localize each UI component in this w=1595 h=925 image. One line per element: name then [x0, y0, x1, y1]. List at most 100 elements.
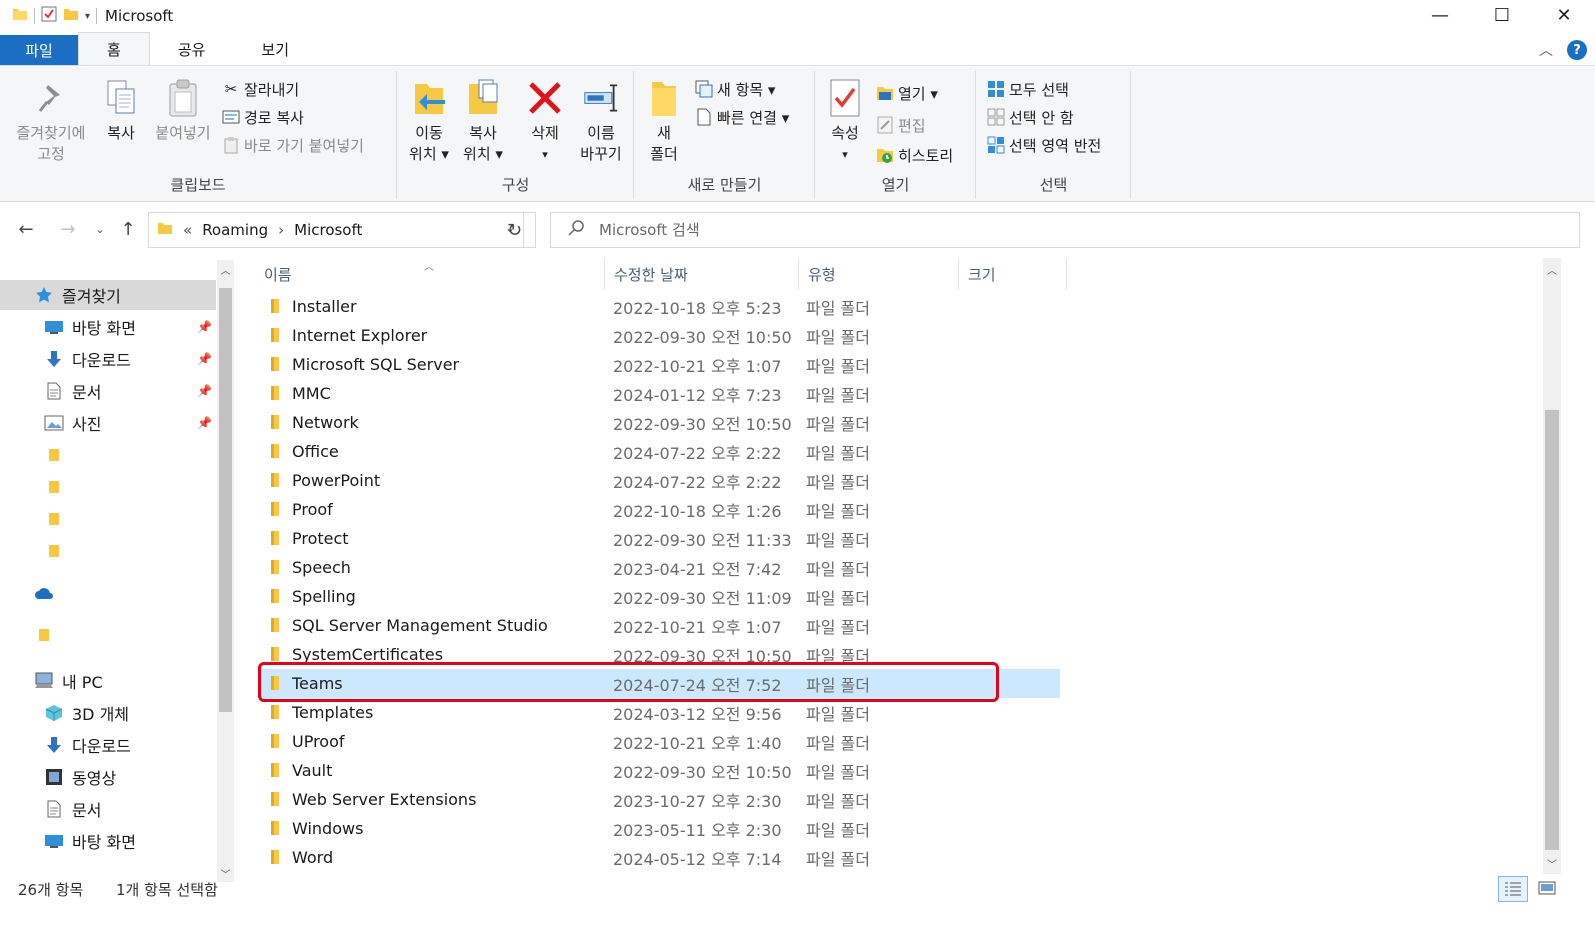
open-group: 속성 ▾ 열기 ▾ 편집 히스토리 열기	[816, 71, 976, 199]
nav-3d-objects[interactable]: 3D 개체	[0, 698, 216, 728]
search-input[interactable]	[599, 221, 1499, 239]
delete-button[interactable]: 삭제 ▾	[520, 77, 570, 165]
nav-pinned-folder[interactable]	[0, 440, 216, 470]
table-row[interactable]: SQL Server Management Studio 2022-10-21 오…	[258, 611, 1060, 640]
search-box[interactable]	[550, 212, 1580, 248]
new-item-button[interactable]: 새 항목 ▾	[695, 77, 775, 101]
file-list-scrollbar[interactable]: ︿ ﹀	[1543, 258, 1561, 874]
cut-button[interactable]: ✂ 잘라내기	[222, 77, 300, 101]
table-row[interactable]: Windows 2023-05-11 오후 2:30 파일 폴더	[258, 814, 1060, 843]
details-view-icon[interactable]	[1498, 876, 1528, 902]
properties-checkbox-icon[interactable]	[41, 6, 57, 26]
close-button[interactable]: ✕	[1533, 0, 1595, 30]
table-row[interactable]: Microsoft SQL Server 2022-10-21 오후 1:07 파일…	[258, 350, 1060, 379]
pin-to-quick-access-button[interactable]: 즐겨찾기에 고정	[8, 77, 94, 165]
help-icon[interactable]: ?	[1567, 40, 1587, 60]
maximize-button[interactable]: ☐	[1471, 0, 1533, 30]
nav-pinned-folder[interactable]	[0, 504, 216, 534]
nav-documents[interactable]: 문서 📌	[0, 376, 216, 406]
nav-pinned-folder[interactable]	[0, 536, 216, 566]
scroll-down-icon[interactable]: ﹀	[1543, 854, 1561, 872]
copy-button[interactable]: 복사	[98, 77, 144, 144]
copy-path-button[interactable]: 경로 복사	[222, 105, 304, 129]
nav-pinned-folder[interactable]	[0, 472, 216, 502]
nav-pc-downloads[interactable]: 다운로드	[0, 730, 216, 760]
paste-shortcut-button[interactable]: 바로 가기 붙여넣기	[222, 133, 364, 157]
nav-user-folder[interactable]	[0, 620, 216, 650]
scrollbar-thumb[interactable]	[219, 288, 232, 712]
nav-downloads[interactable]: 다운로드 📌	[0, 344, 216, 374]
tab-file[interactable]: 파일	[0, 35, 78, 65]
nav-quick-access[interactable]: 즐겨찾기	[0, 280, 216, 310]
table-row[interactable]: Proof 2022-10-18 오후 1:26 파일 폴더	[258, 495, 1060, 524]
scroll-up-icon[interactable]: ︿	[1543, 260, 1561, 278]
file-name: PowerPoint	[292, 471, 381, 490]
back-arrow-icon[interactable]: ←	[14, 216, 38, 242]
column-divider[interactable]	[798, 258, 799, 290]
table-row[interactable]: Protect 2022-09-30 오전 11:33 파일 폴더	[258, 524, 1060, 553]
nav-this-pc[interactable]: 내 PC	[0, 666, 216, 696]
file-date-modified: 2023-10-27 오후 2:30	[613, 791, 782, 811]
up-arrow-icon[interactable]: ↑	[116, 216, 140, 242]
column-divider[interactable]	[958, 258, 959, 290]
nav-pictures[interactable]: 사진 📌	[0, 408, 216, 438]
copy-to-button[interactable]: 복사 위치 ▾	[458, 77, 508, 165]
customize-dropdown-icon[interactable]: ▾	[85, 11, 90, 22]
forward-arrow-icon[interactable]: →	[56, 216, 80, 242]
table-row[interactable]: Speech 2023-04-21 오전 7:42 파일 폴더	[258, 553, 1060, 582]
table-row[interactable]: Vault 2022-09-30 오전 10:50 파일 폴더	[258, 756, 1060, 785]
tab-view[interactable]: 보기	[233, 33, 317, 65]
open-button[interactable]: 열기 ▾	[876, 81, 938, 105]
column-date-modified[interactable]: 수정한 날짜	[614, 264, 794, 290]
file-date-modified: 2022-09-30 오전 11:33	[613, 530, 792, 550]
table-row[interactable]: Installer 2022-10-18 오후 5:23 파일 폴더	[258, 292, 1060, 321]
nav-pc-documents[interactable]: 문서	[0, 794, 216, 824]
paste-button[interactable]: 붙여넣기	[148, 77, 218, 144]
scrollbar-thumb[interactable]	[1545, 410, 1559, 850]
rename-button[interactable]: 이름 바꾸기	[574, 77, 628, 165]
column-name[interactable]: 이름	[264, 264, 604, 290]
breadcrumb-roaming[interactable]: Roaming	[202, 221, 268, 239]
tab-share[interactable]: 공유	[150, 33, 234, 65]
nav-videos[interactable]: 동영상	[0, 762, 216, 792]
table-row[interactable]: Internet Explorer 2022-09-30 오전 10:50 파일 폴…	[258, 321, 1060, 350]
history-button[interactable]: 히스토리	[876, 143, 953, 167]
refresh-icon[interactable]: ↻	[494, 212, 536, 248]
select-group: 모두 선택 선택 안 함 선택 영역 반전 선택	[977, 71, 1131, 199]
table-row[interactable]: Spelling 2022-09-30 오전 11:09 파일 폴더	[258, 582, 1060, 611]
breadcrumb-microsoft[interactable]: Microsoft	[294, 221, 362, 239]
large-icons-view-icon[interactable]	[1532, 876, 1562, 902]
nav-onedrive[interactable]	[0, 578, 216, 608]
move-to-button[interactable]: 이동 위치 ▾	[404, 77, 454, 165]
table-row[interactable]: Templates 2024-03-12 오전 9:56 파일 폴더	[258, 698, 1060, 727]
column-size[interactable]: 크기	[968, 264, 1064, 290]
nav-desktop[interactable]: 바탕 화면 📌	[0, 312, 216, 342]
table-row[interactable]: UProof 2022-10-21 오후 1:40 파일 폴더	[258, 727, 1060, 756]
new-folder-icon[interactable]	[63, 6, 79, 26]
table-row[interactable]: MMC 2024-01-12 오후 7:23 파일 폴더	[258, 379, 1060, 408]
tab-home[interactable]: 홈	[78, 32, 150, 65]
column-divider[interactable]	[604, 258, 605, 290]
easy-access-button[interactable]: 빠른 연결 ▾	[695, 105, 789, 129]
nav-pane-scrollbar[interactable]: ︿ ﹀	[217, 260, 234, 882]
properties-button[interactable]: 속성 ▾	[822, 77, 868, 165]
table-row[interactable]: PowerPoint 2024-07-22 오후 2:22 파일 폴더	[258, 466, 1060, 495]
nav-pc-desktop[interactable]: 바탕 화면	[0, 826, 216, 856]
table-row[interactable]: Word 2024-05-12 오후 7:14 파일 폴더	[258, 843, 1060, 872]
new-folder-button[interactable]: 새 폴더	[643, 77, 685, 165]
recent-locations-chevron-icon[interactable]: ⌄	[88, 216, 112, 242]
table-row[interactable]: Network 2022-09-30 오전 10:50 파일 폴더	[258, 408, 1060, 437]
select-none-button[interactable]: 선택 안 함	[987, 105, 1074, 129]
edit-button[interactable]: 편집	[876, 113, 926, 137]
table-row[interactable]: Web Server Extensions 2023-10-27 오후 2:30 파…	[258, 785, 1060, 814]
column-type[interactable]: 유형	[808, 264, 958, 290]
address-bar[interactable]: « Roaming › Microsoft ⌄	[148, 212, 524, 248]
invert-selection-button[interactable]: 선택 영역 반전	[987, 133, 1101, 157]
column-divider[interactable]	[1066, 258, 1067, 290]
scroll-up-icon[interactable]: ︿	[217, 260, 234, 278]
collapse-ribbon-icon[interactable]: ︿	[1539, 40, 1553, 60]
table-row[interactable]: Office 2024-07-22 오후 2:22 파일 폴더	[258, 437, 1060, 466]
minimize-button[interactable]: —	[1409, 0, 1471, 30]
breadcrumb-overflow[interactable]: «	[183, 221, 192, 239]
select-all-button[interactable]: 모두 선택	[987, 77, 1069, 101]
